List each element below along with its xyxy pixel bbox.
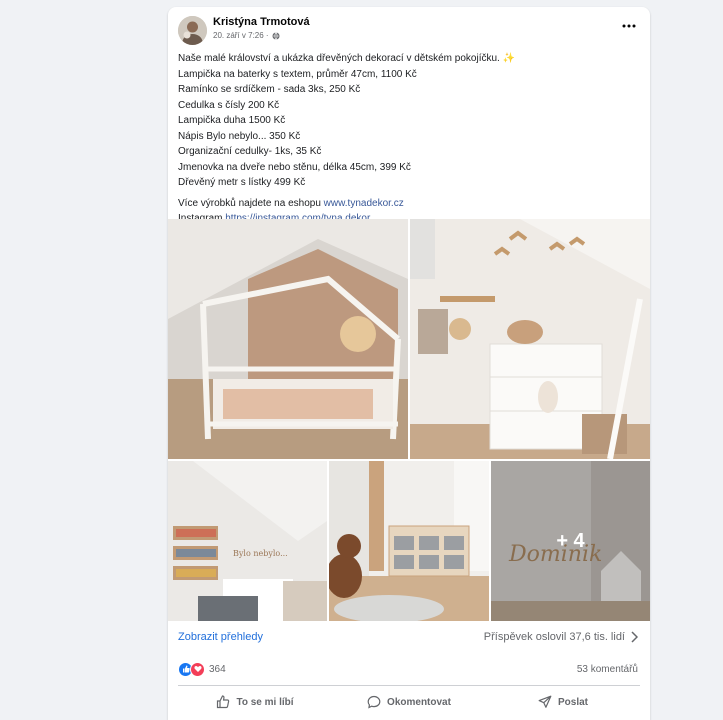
post-line: Nápis Bylo nebylo... 350 Kč xyxy=(178,130,301,142)
post-line: Naše malé království a ukázka dřevěných … xyxy=(178,53,516,64)
post-card: Kristýna Trmotová 20. září v 7:26 · Naše… xyxy=(168,7,650,720)
post-line: Jmenovka na dveře nebo stěnu, délka 45cm… xyxy=(178,161,411,173)
avatar[interactable] xyxy=(178,16,207,45)
post-meta: 20. září v 7:26 · xyxy=(213,31,280,40)
post-actions: To se mi líbí Okomentovat Poslat xyxy=(178,685,640,718)
like-button[interactable]: To se mi líbí xyxy=(178,688,332,716)
share-label: Poslat xyxy=(557,696,588,708)
eshop-prefix: Více výrobků najdete na eshopu xyxy=(178,197,324,209)
more-photos-overlay[interactable]: + 4 xyxy=(491,461,650,621)
wall-text: Bylo nebylo... xyxy=(233,549,288,558)
comment-icon xyxy=(367,695,381,709)
post-line: Cedulka s čísly 200 Kč xyxy=(178,99,280,111)
post-line: Lampička na baterky s textem, průměr 47c… xyxy=(178,68,417,80)
post-line: Dřevěný metr s lístky 499 Kč xyxy=(178,177,306,188)
post-text: Naše malé království a ukázka dřevěných … xyxy=(178,51,638,227)
post-line: Organizační cedulky- 1ks, 35 Kč xyxy=(178,146,322,157)
reach-info[interactable]: Příspěvek oslovil 37,6 tis. lidí xyxy=(484,631,638,643)
post-header: Kristýna Trmotová 20. září v 7:26 · xyxy=(168,7,650,47)
love-reaction-icon xyxy=(190,661,205,677)
like-label: To se mi líbí xyxy=(236,696,294,708)
post-timestamp[interactable]: 20. září v 7:26 · xyxy=(213,31,269,40)
globe-icon xyxy=(272,31,280,40)
reaction-summary[interactable]: 364 xyxy=(178,661,226,677)
reactions-bar: 364 53 komentářů xyxy=(168,657,650,681)
photo-bookshelf[interactable]: Bylo nebylo... xyxy=(168,461,327,621)
comments-count[interactable]: 53 komentářů xyxy=(577,664,638,675)
post-line: Ramínko se srdíčkem - sada 3ks, 250 Kč xyxy=(178,84,361,95)
photo-house-bed[interactable] xyxy=(168,219,408,459)
photo-storage[interactable] xyxy=(329,461,489,621)
comment-label: Okomentovat xyxy=(387,696,451,708)
post-line: Lampička duha 1500 Kč xyxy=(178,115,286,126)
photo-grid: Bylo nebylo... Dominik + 4 xyxy=(168,219,650,621)
send-icon xyxy=(538,695,552,708)
page-scrollbar[interactable] xyxy=(713,0,723,720)
photo-dresser[interactable] xyxy=(410,219,650,459)
reaction-count: 364 xyxy=(209,663,226,675)
more-options-icon[interactable] xyxy=(618,18,640,34)
eshop-link[interactable]: www.tynadekor.cz xyxy=(324,198,404,209)
chevron-right-icon xyxy=(631,631,638,643)
reach-text: Příspěvek oslovil 37,6 tis. lidí xyxy=(483,631,625,643)
view-insights-link[interactable]: Zobrazit přehledy xyxy=(178,631,263,643)
thumbs-up-icon xyxy=(217,695,230,709)
comment-button[interactable]: Okomentovat xyxy=(332,688,486,716)
eshop-line: Více výrobků najdete na eshopu www.tynad… xyxy=(178,196,638,212)
photo-name-sign[interactable]: Dominik + 4 xyxy=(491,461,650,621)
share-button[interactable]: Poslat xyxy=(486,688,640,716)
insights-bar: Zobrazit přehledy Příspěvek oslovil 37,6… xyxy=(168,621,650,653)
author-name[interactable]: Kristýna Trmotová xyxy=(213,16,310,28)
